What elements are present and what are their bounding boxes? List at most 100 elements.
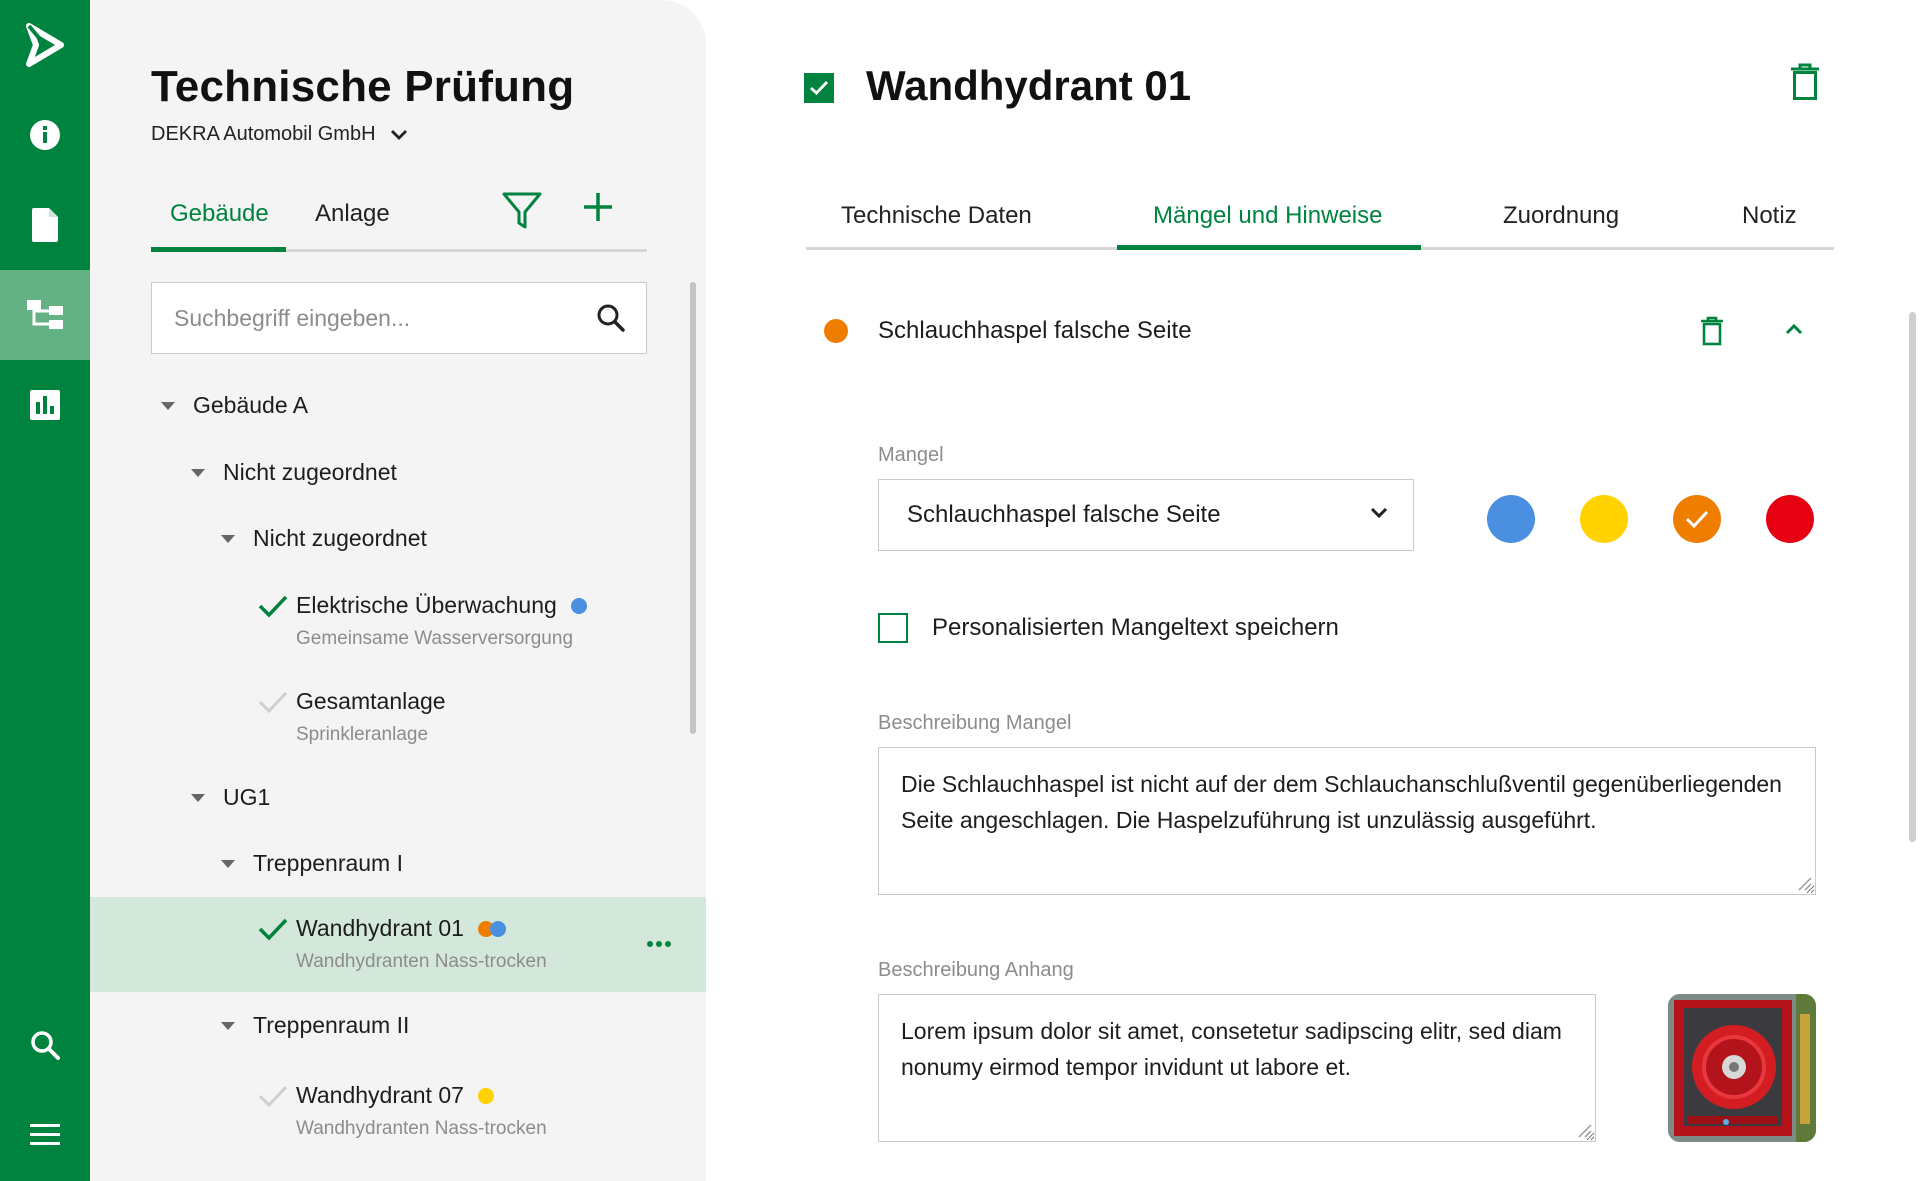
beschreibung-mangel-textarea[interactable]: Die Schlauchhaspel ist nicht auf der dem… bbox=[878, 747, 1816, 895]
company-selector[interactable]: DEKRA Automobil GmbH bbox=[151, 123, 408, 146]
tree-node-treppenraum-1[interactable]: Treppenraum I bbox=[90, 850, 706, 877]
save-custom-text-option[interactable]: Personalisierten Mangeltext speichern bbox=[878, 613, 1339, 643]
detail-done-checkbox[interactable] bbox=[804, 73, 834, 103]
mangel-label: Mangel bbox=[878, 444, 944, 466]
hose-reel-photo bbox=[1668, 994, 1816, 1142]
tree-leaf-title: Wandhydrant 01 bbox=[296, 915, 506, 942]
structure-button[interactable] bbox=[0, 270, 90, 360]
detail-scrollbar[interactable] bbox=[1909, 312, 1916, 842]
tree-leaf-title-text: Wandhydrant 07 bbox=[296, 1082, 464, 1108]
logo-button[interactable] bbox=[0, 0, 90, 90]
trash-icon bbox=[1701, 316, 1723, 346]
info-button[interactable] bbox=[0, 90, 90, 180]
tree-scrollbar[interactable] bbox=[690, 282, 696, 734]
check-icon bbox=[258, 691, 288, 714]
document-button[interactable] bbox=[0, 180, 90, 270]
delete-item-button[interactable] bbox=[1790, 63, 1820, 106]
trash-icon bbox=[1791, 63, 1819, 100]
menu-button[interactable] bbox=[0, 1090, 90, 1180]
tree-node-label: Treppenraum II bbox=[253, 1012, 410, 1038]
caret-down-icon bbox=[221, 534, 235, 543]
tree-leaf-title: Elektrische Überwachung bbox=[296, 592, 587, 619]
severity-blue-button[interactable] bbox=[1487, 495, 1535, 543]
mangel-select-value: Schlauchhaspel falsche Seite bbox=[907, 501, 1221, 528]
tree-leaf-elektrische-ueberwachung[interactable]: Elektrische Überwachung Gemeinsame Wasse… bbox=[90, 585, 706, 661]
check-icon bbox=[258, 1085, 288, 1108]
detail-title: Wandhydrant 01 bbox=[866, 62, 1192, 109]
reports-button[interactable] bbox=[0, 360, 90, 450]
tab-maengel-und-hinweise[interactable]: Mängel und Hinweise bbox=[1153, 202, 1382, 230]
add-button[interactable] bbox=[581, 190, 615, 229]
tab-gebaeude[interactable]: Gebäude bbox=[170, 200, 269, 228]
mangel-select[interactable]: Schlauchhaspel falsche Seite bbox=[878, 479, 1414, 551]
search-icon bbox=[597, 304, 625, 332]
defect-severity-dot bbox=[824, 319, 848, 343]
info-icon bbox=[30, 120, 60, 150]
severity-orange-button[interactable] bbox=[1673, 495, 1721, 543]
delete-defect-button[interactable] bbox=[1700, 316, 1724, 351]
tree-leaf-wandhydrant-07[interactable]: Wandhydrant 07 Wandhydranten Nass-trocke… bbox=[90, 1075, 706, 1151]
tab-anlage[interactable]: Anlage bbox=[315, 200, 390, 228]
tree-node-nicht-zugeordnet[interactable]: Nicht zugeordnet bbox=[90, 459, 706, 486]
play-logo-icon bbox=[26, 23, 64, 67]
tree-panel: Technische Prüfung DEKRA Automobil GmbH … bbox=[90, 0, 706, 1181]
rail-search-button[interactable] bbox=[0, 1000, 90, 1090]
tree-node-label: UG1 bbox=[223, 784, 271, 810]
save-custom-text-label: Personalisierten Mangeltext speichern bbox=[932, 614, 1339, 641]
more-options-button[interactable] bbox=[646, 935, 672, 953]
defect-title: Schlauchhaspel falsche Seite bbox=[878, 317, 1192, 344]
document-icon bbox=[32, 208, 58, 242]
sidebar-tabs: Gebäude Anlage bbox=[151, 178, 647, 252]
tab-notiz[interactable]: Notiz bbox=[1742, 202, 1797, 230]
tree-node-label: Treppenraum I bbox=[253, 850, 403, 876]
bar-chart-icon bbox=[30, 390, 60, 420]
tree-leaf-subtitle: Wandhydranten Nass-trocken bbox=[296, 1118, 547, 1139]
beschreibung-anhang-label: Beschreibung Anhang bbox=[878, 959, 1074, 981]
app-title: Technische Prüfung bbox=[151, 62, 575, 111]
severity-dot-blue bbox=[570, 597, 587, 614]
tree-leaf-title: Wandhydrant 07 bbox=[296, 1082, 494, 1109]
collapse-defect-button[interactable] bbox=[1784, 322, 1804, 341]
tree-node-ug1[interactable]: UG1 bbox=[90, 784, 706, 811]
search-submit-button[interactable] bbox=[596, 303, 626, 338]
severity-red-button[interactable] bbox=[1766, 495, 1814, 543]
hierarchy-icon bbox=[27, 300, 63, 329]
beschreibung-mangel-text: Die Schlauchhaspel ist nicht auf der dem… bbox=[901, 771, 1782, 833]
plus-icon bbox=[584, 193, 612, 221]
tree-node-gebaeude-a[interactable]: Gebäude A bbox=[90, 392, 706, 419]
tree-node-nicht-zugeordnet-sub[interactable]: Nicht zugeordnet bbox=[90, 525, 706, 552]
search-icon bbox=[31, 1031, 60, 1060]
filter-button[interactable] bbox=[501, 190, 543, 237]
beschreibung-anhang-textarea[interactable]: Lorem ipsum dolor sit amet, consetetur s… bbox=[878, 994, 1596, 1142]
check-icon bbox=[810, 81, 829, 95]
tree-leaf-subtitle: Wandhydranten Nass-trocken bbox=[296, 951, 547, 972]
check-icon bbox=[258, 595, 288, 618]
tree-leaf-subtitle: Gemeinsame Wasserversorgung bbox=[296, 628, 574, 649]
caret-down-icon bbox=[161, 401, 175, 410]
caret-down-icon bbox=[221, 1021, 235, 1030]
resize-handle-icon[interactable] bbox=[1576, 1122, 1592, 1138]
chevron-down-icon bbox=[1370, 507, 1388, 519]
menu-icon bbox=[30, 1124, 60, 1145]
search-input[interactable] bbox=[174, 283, 574, 353]
resize-handle-icon[interactable] bbox=[1796, 875, 1812, 891]
tree-leaf-wandhydrant-01[interactable]: Wandhydrant 01 Wandhydranten Nass-trocke… bbox=[90, 897, 706, 992]
severity-dot-yellow bbox=[477, 1087, 494, 1104]
company-name: DEKRA Automobil GmbH bbox=[151, 123, 376, 145]
tree-leaf-gesamtanlage[interactable]: Gesamtanlage Sprinkleranlage bbox=[90, 681, 706, 757]
tab-technische-daten[interactable]: Technische Daten bbox=[841, 202, 1032, 230]
tab-zuordnung[interactable]: Zuordnung bbox=[1503, 202, 1619, 230]
beschreibung-mangel-label: Beschreibung Mangel bbox=[878, 712, 1072, 734]
check-icon bbox=[258, 918, 288, 941]
chevron-up-icon bbox=[1785, 323, 1803, 335]
caret-down-icon bbox=[221, 859, 235, 868]
severity-dot-blue bbox=[489, 920, 506, 937]
save-custom-text-checkbox[interactable] bbox=[878, 613, 908, 643]
tree-node-label: Nicht zugeordnet bbox=[223, 459, 397, 485]
caret-down-icon bbox=[191, 468, 205, 477]
filter-icon bbox=[502, 192, 542, 229]
tree-node-treppenraum-2[interactable]: Treppenraum II bbox=[90, 1012, 706, 1039]
attachment-thumbnail[interactable] bbox=[1668, 994, 1816, 1142]
severity-yellow-button[interactable] bbox=[1580, 495, 1628, 543]
detail-tabs: Technische Daten Mängel und Hinweise Zuo… bbox=[806, 196, 1834, 250]
